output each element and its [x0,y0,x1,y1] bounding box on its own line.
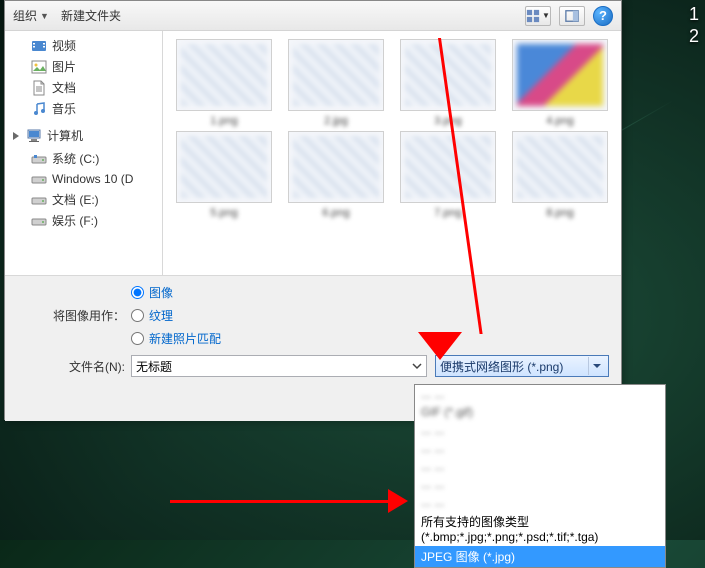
sidebar-item-drive-c[interactable]: 系统 (C:) [19,148,162,169]
annotation-arrow-right [170,489,408,513]
sidebar-item-video[interactable]: 视频 [19,35,162,56]
sidebar-label: 计算机 [47,127,83,144]
dropdown-option[interactable]: ... ... [415,421,665,439]
new-folder-label: 新建文件夹 [61,7,121,24]
sidebar-label: 图片 [52,58,76,75]
sidebar-label: 系统 (C:) [52,150,99,167]
file-thumbnail[interactable]: 7.png [397,131,499,219]
help-button[interactable]: ? [593,6,613,26]
sidebar-label: 文档 [52,79,76,96]
new-folder-button[interactable]: 新建文件夹 [61,7,121,24]
sidebar-label: 视频 [52,37,76,54]
sidebar-header-computer[interactable]: 计算机 [13,125,162,146]
file-open-dialog: 组织 ▼ 新建文件夹 ▼ ? 视频 [4,0,622,420]
dropdown-option[interactable]: ... ... [415,439,665,457]
chevron-down-icon: ▼ [542,11,550,20]
file-thumbnail[interactable]: 2.jpg [285,39,387,127]
filetype-dropdown-list: ... ... GIF (*.gif) ... ... ... ... ... … [414,384,666,568]
sidebar-item-documents[interactable]: 文档 [19,77,162,98]
dropdown-option[interactable]: GIF (*.gif) [415,403,665,421]
organize-button[interactable]: 组织 ▼ [13,7,49,24]
question-icon: ? [599,8,607,23]
radio-use-as-texture[interactable]: 纹理 [131,307,221,324]
radio-input[interactable] [131,286,144,299]
dropdown-option[interactable]: ... ... [415,475,665,493]
file-thumbnail[interactable]: 1.png [173,39,275,127]
desktop-clock: 1 2 [689,4,699,47]
radio-label: 图像 [149,284,173,301]
view-mode-button[interactable]: ▼ [525,6,551,26]
dropdown-option[interactable]: ... ... [415,457,665,475]
annotation-arrow-down [438,38,441,334]
file-thumbnail[interactable]: 5.png [173,131,275,219]
chevron-down-icon [588,357,604,375]
filename-input[interactable] [131,355,427,377]
sidebar-item-drive-e[interactable]: 文档 (E:) [19,189,162,210]
preview-pane-button[interactable] [559,6,585,26]
sidebar-item-drive-f[interactable]: 娱乐 (F:) [19,210,162,231]
sidebar-item-music[interactable]: 音乐 [19,98,162,119]
preview-pane-icon [565,9,579,23]
chevron-down-icon: ▼ [40,11,49,21]
drive-icon [31,192,47,208]
chevron-down-icon [412,361,422,371]
drive-icon [31,171,47,187]
drive-icon [31,213,47,229]
radio-label: 新建照片匹配 [149,330,221,347]
file-list-pane[interactable]: 1.png 2.jpg 3.png 4.png 5.png 6.png 7.pn… [163,31,621,275]
image-icon [31,59,47,75]
sidebar-label: 娱乐 (F:) [52,212,98,229]
sidebar-item-drive-d[interactable]: Windows 10 (D [19,169,162,189]
sidebar-label: Windows 10 (D [52,172,133,186]
filename-label: 文件名(N): [17,358,131,375]
video-icon [31,38,47,54]
computer-icon [26,128,42,144]
dropdown-option-all-supported[interactable]: 所有支持的图像类型 (*.bmp;*.jpg;*.png;*.psd;*.tif… [415,511,665,546]
document-icon [31,80,47,96]
drive-icon [31,151,47,167]
radio-use-as-image[interactable]: 图像 [131,284,221,301]
dropdown-option[interactable]: ... ... [415,385,665,403]
sidebar-label: 音乐 [52,100,76,117]
navigation-sidebar: 视频 图片 文档 音乐 计算机 [5,31,163,275]
filetype-selected-label: 便携式网络图形 (*.png) [440,358,563,375]
radio-use-as-photomatch[interactable]: 新建照片匹配 [131,330,221,347]
sidebar-label: 文档 (E:) [52,191,99,208]
file-thumbnail[interactable]: 4.png [509,39,611,127]
dropdown-option[interactable]: ... ... [415,493,665,511]
use-image-as-label: 将图像用作： [17,307,131,324]
radio-label: 纹理 [149,307,173,324]
tree-expand-icon [13,132,19,140]
file-thumbnail[interactable]: 6.png [285,131,387,219]
dropdown-option-jpeg[interactable]: JPEG 图像 (*.jpg) [415,546,665,567]
music-icon [31,101,47,117]
radio-input[interactable] [131,332,144,345]
thumbnails-icon [526,9,540,23]
file-thumbnail[interactable]: 8.png [509,131,611,219]
sidebar-item-pictures[interactable]: 图片 [19,56,162,77]
dialog-toolbar: 组织 ▼ 新建文件夹 ▼ ? [5,1,621,31]
organize-label: 组织 [13,7,37,24]
radio-input[interactable] [131,309,144,322]
filename-dropdown-button[interactable] [409,358,425,374]
